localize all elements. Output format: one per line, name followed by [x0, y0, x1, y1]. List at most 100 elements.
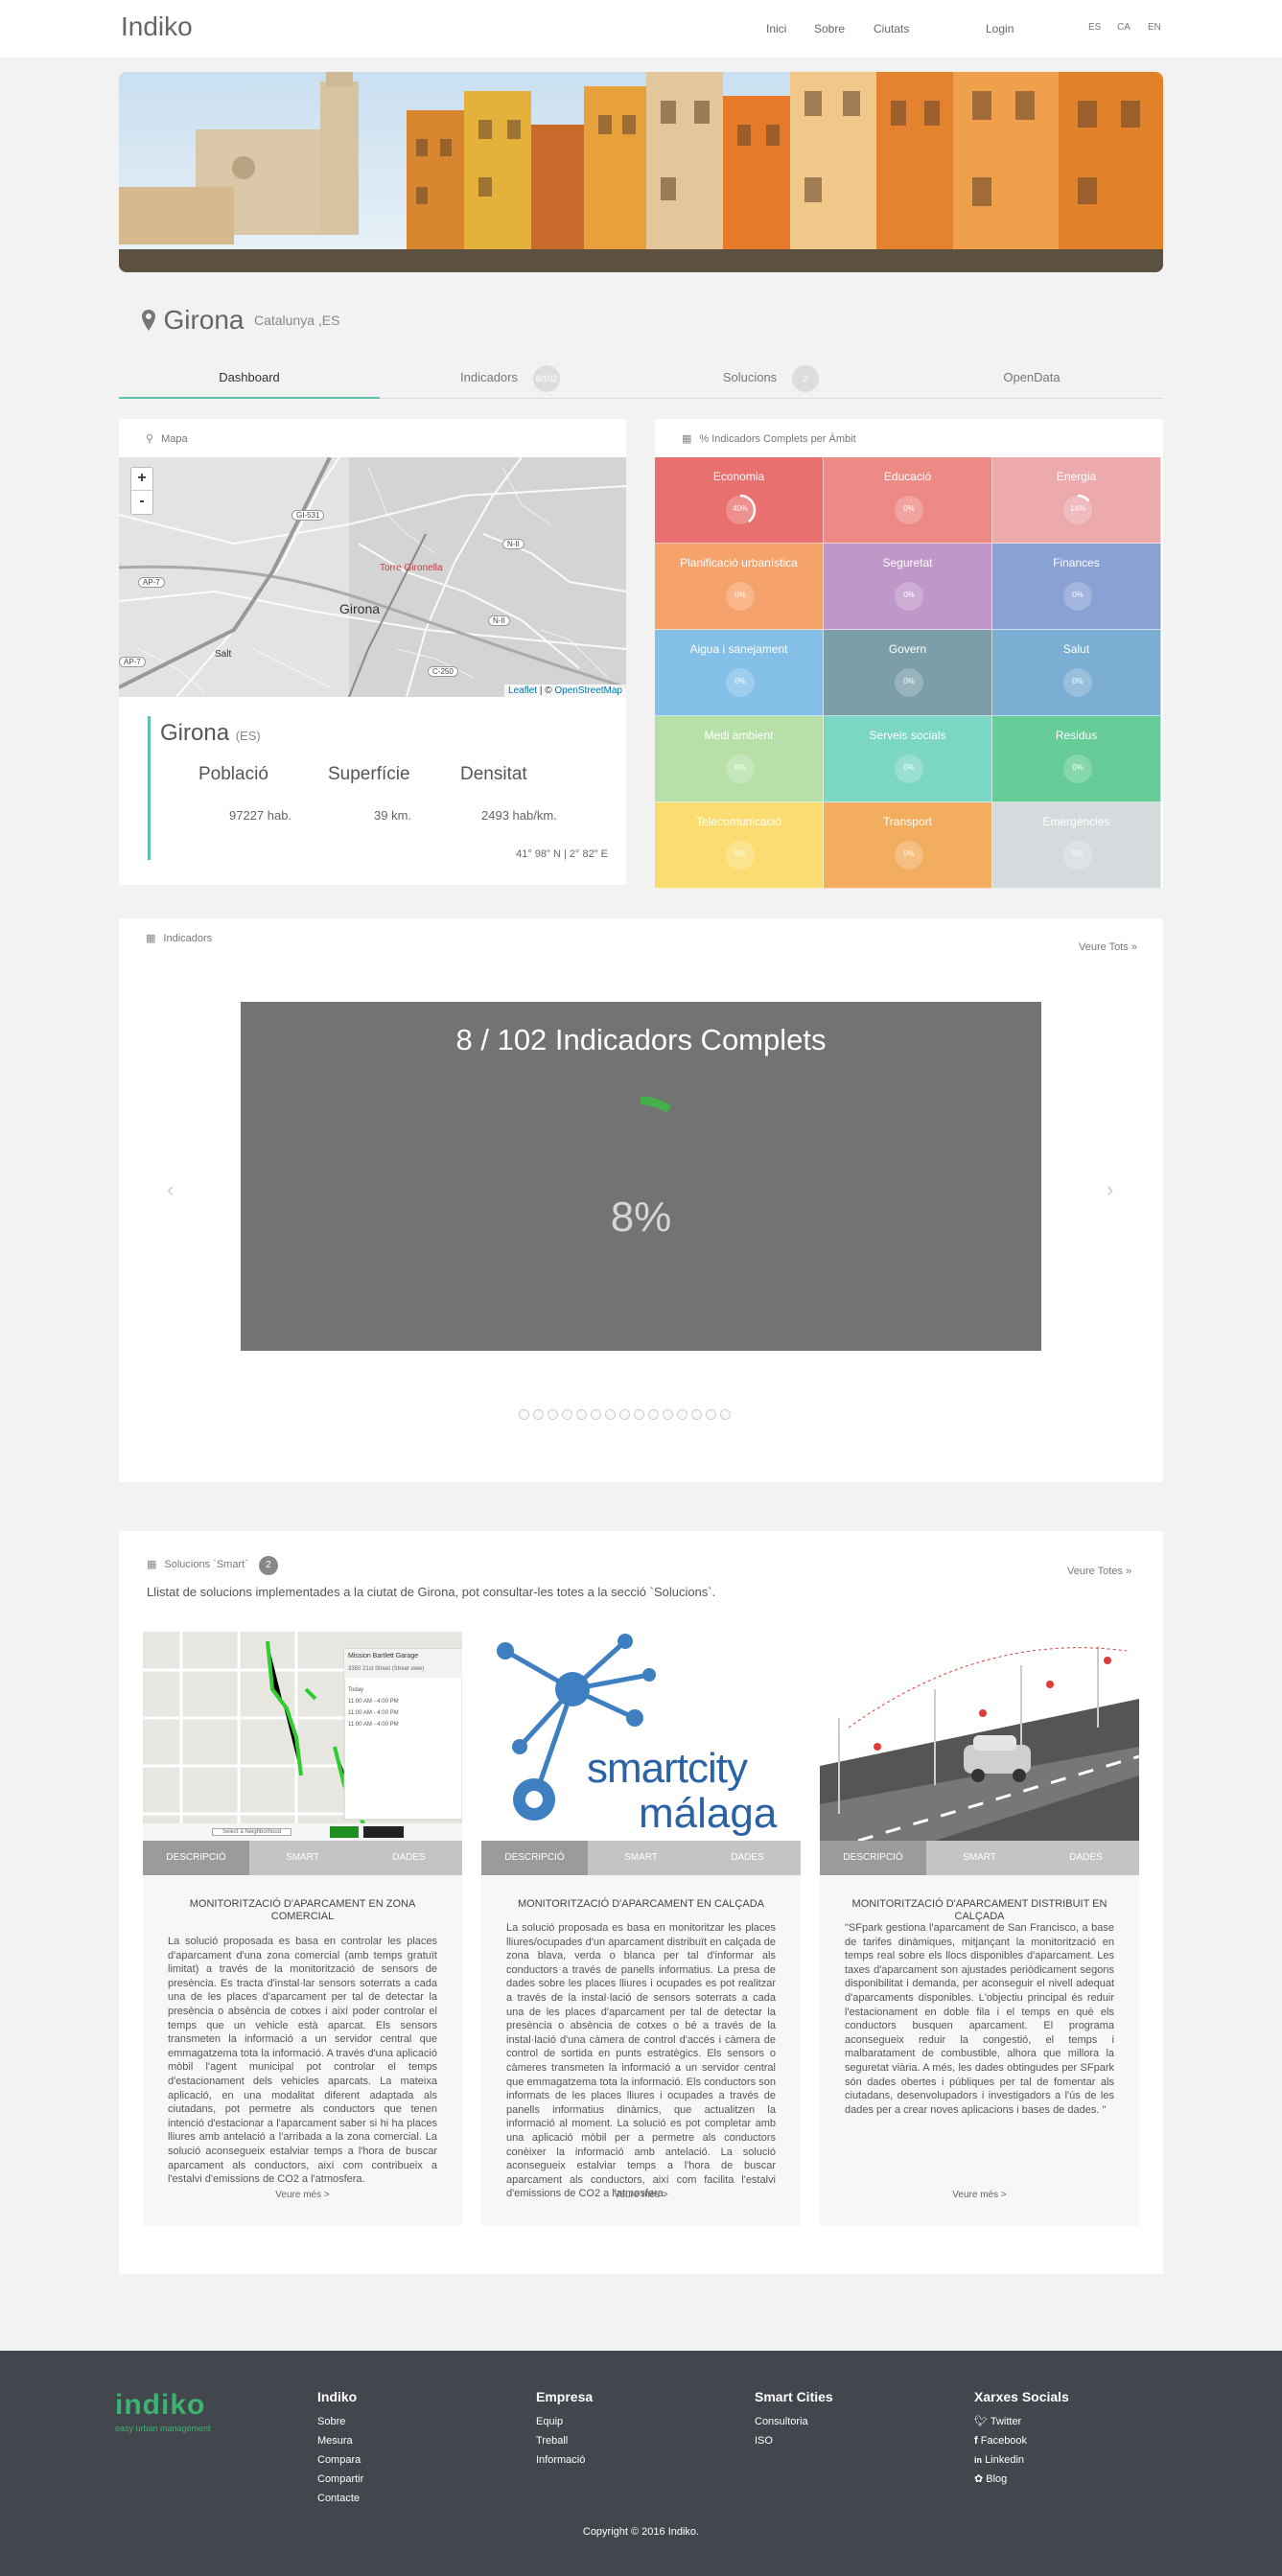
zoom-in-button[interactable]: +	[131, 468, 152, 491]
ambit-percent: 0%	[903, 504, 915, 513]
solution-card: Mission Bartlett Garage 3350 21st Street…	[143, 1632, 462, 2226]
carousel-dot[interactable]	[720, 1409, 731, 1420]
carousel-dot[interactable]	[706, 1409, 716, 1420]
footer-link-facebook[interactable]: f Facebook	[974, 2431, 1069, 2450]
lang-es[interactable]: ES	[1088, 22, 1101, 33]
ambit-cell[interactable]: Medi ambient 0%	[655, 716, 824, 802]
footer-link-compara[interactable]: Compara	[317, 2450, 363, 2470]
zoom-out-button[interactable]: -	[131, 491, 152, 514]
see-all-indicators-link[interactable]: Veure Tots »	[1079, 941, 1137, 953]
ambit-cell[interactable]: Transport 0%	[824, 802, 992, 889]
stat-label-densitat: Densitat	[460, 764, 527, 784]
see-all-solutions-link[interactable]: Veure Totes »	[1067, 1566, 1131, 1577]
see-more-link[interactable]: Veure més >	[143, 2190, 462, 2200]
ambit-cell[interactable]: Residus 0%	[992, 716, 1161, 802]
footer-link-iso[interactable]: ISO	[755, 2431, 833, 2450]
ambit-cell[interactable]: Aigua i sanejament 0%	[655, 630, 824, 716]
footer-link-mesura[interactable]: Mesura	[317, 2431, 363, 2450]
city-map[interactable]: + - GI-531 N-II AP-7 Torre Gironella Gir…	[119, 457, 626, 697]
ambit-cell[interactable]: Energia 14%	[992, 457, 1161, 544]
solution-image-sfpark[interactable]	[820, 1632, 1139, 1841]
card-tab-descripcio[interactable]: DESCRIPCIÓ	[143, 1841, 249, 1875]
footer-link-equip[interactable]: Equip	[536, 2412, 593, 2431]
card-tab-dades[interactable]: DADES	[1033, 1841, 1139, 1875]
nav-login[interactable]: Login	[986, 22, 1014, 35]
ambit-cell[interactable]: Economia 40%	[655, 457, 824, 544]
footer-link-consultoria[interactable]: Consultoria	[755, 2412, 833, 2431]
ambit-cell[interactable]: Serveis socials 0%	[824, 716, 992, 802]
ambit-cell[interactable]: Salut 0%	[992, 630, 1161, 716]
carousel-dot[interactable]	[548, 1409, 558, 1420]
carousel-dot[interactable]	[519, 1409, 529, 1420]
stat-value-densitat: 2493 hab/km.	[481, 808, 557, 823]
card-tab-dades[interactable]: DADES	[694, 1841, 801, 1875]
carousel-dot[interactable]	[634, 1409, 644, 1420]
footer-link-linkedin[interactable]: in Linkedin	[974, 2450, 1069, 2470]
bubble-address: 3350 21st Street (Street view)	[348, 1666, 425, 1672]
ambit-label: Transport	[883, 815, 932, 828]
ambit-cell[interactable]: Finances 0%	[992, 544, 1161, 630]
footer-link-compartir[interactable]: Compartir	[317, 2470, 363, 2489]
footer-link-twitter[interactable]: 🐦︎ Twitter	[974, 2412, 1069, 2431]
card-tab-smart[interactable]: SMART	[926, 1841, 1033, 1875]
carousel-dot[interactable]	[605, 1409, 616, 1420]
ambit-cell[interactable]: Emergències 0%	[992, 802, 1161, 889]
lang-en[interactable]: EN	[1148, 22, 1161, 33]
carousel-dot[interactable]	[591, 1409, 601, 1420]
card-tab-dades[interactable]: DADES	[356, 1841, 462, 1875]
ambit-cell[interactable]: Seguretat 0%	[824, 544, 992, 630]
nav-inici[interactable]: Inici	[766, 22, 786, 35]
footer-link-treball[interactable]: Treball	[536, 2431, 593, 2450]
brand-logo[interactable]: Indiko	[121, 12, 193, 42]
carousel-prev-button[interactable]: ‹	[167, 1177, 174, 1202]
bubble-row: Today	[348, 1687, 364, 1693]
tab-opendata[interactable]: OpenData	[901, 362, 1162, 399]
bubble-row: 11:00 AM - 4:00 PM	[348, 1710, 399, 1716]
carousel-dot[interactable]	[576, 1409, 587, 1420]
carousel-dot[interactable]	[562, 1409, 572, 1420]
card-tab-descripcio[interactable]: DESCRIPCIÓ	[820, 1841, 926, 1875]
bubble-row: 11:00 AM - 4:00 PM	[348, 1699, 399, 1705]
card-tab-smart[interactable]: SMART	[588, 1841, 694, 1875]
ambit-cell[interactable]: Planificació urbanística 0%	[655, 544, 824, 630]
footer-link-sobre[interactable]: Sobre	[317, 2412, 363, 2431]
footer-link-informacio[interactable]: Informació	[536, 2450, 593, 2470]
carousel-dot[interactable]	[648, 1409, 659, 1420]
map-road-label: C-250	[428, 666, 458, 677]
footer-logo[interactable]: indiko	[115, 2389, 205, 2422]
info-city-name: Girona (ES)	[160, 720, 261, 747]
carousel-dot[interactable]	[677, 1409, 688, 1420]
ambit-label: Serveis socials	[869, 729, 946, 742]
tab-indicadors[interactable]: Indicadors 8/102	[380, 362, 641, 399]
solution-image-parking-map[interactable]: Mission Bartlett Garage 3350 21st Street…	[143, 1632, 462, 1841]
ambit-percent: 0%	[734, 849, 746, 858]
solution-card: smartcity málaga DESCRIPCIÓ SMART DADES …	[481, 1632, 801, 2226]
lang-ca[interactable]: CA	[1117, 22, 1130, 33]
leaflet-link[interactable]: Leaflet	[508, 685, 537, 696]
footer-link-blog[interactable]: ✿ Blog	[974, 2470, 1069, 2489]
footer-heading: Smart Cities	[755, 2389, 833, 2404]
card-tab-descripcio[interactable]: DESCRIPCIÓ	[481, 1841, 588, 1875]
ambit-cell[interactable]: Telecomunicació 0%	[655, 802, 824, 889]
see-more-link[interactable]: Veure més >	[481, 2190, 801, 2200]
street-sensors-image	[820, 1632, 1139, 1841]
carousel-dot[interactable]	[619, 1409, 630, 1420]
nav-sobre[interactable]: Sobre	[814, 22, 845, 35]
carousel-dot[interactable]	[533, 1409, 544, 1420]
stat-label-superficie: Superfície	[328, 764, 410, 784]
carousel-next-button[interactable]: ›	[1107, 1177, 1113, 1202]
nav-ciutats[interactable]: Ciutats	[874, 22, 909, 35]
carousel-dot[interactable]	[691, 1409, 702, 1420]
ambit-cell[interactable]: Educació 0%	[824, 457, 992, 544]
solution-image-smartcity-malaga[interactable]: smartcity málaga	[481, 1632, 801, 1841]
tab-solucions[interactable]: Solucions 2	[641, 362, 901, 399]
osm-link[interactable]: OpenStreetMap	[554, 685, 622, 696]
carousel-dot[interactable]	[663, 1409, 673, 1420]
tab-dashboard[interactable]: Dashboard	[119, 362, 380, 399]
attrib-separator: | ©	[537, 685, 555, 696]
footer-link-label: Twitter	[990, 2416, 1022, 2427]
see-more-link[interactable]: Veure més >	[820, 2190, 1139, 2200]
ambit-cell[interactable]: Govern 0%	[824, 630, 992, 716]
card-tab-smart[interactable]: SMART	[249, 1841, 356, 1875]
footer-link-contacte[interactable]: Contacte	[317, 2489, 363, 2508]
